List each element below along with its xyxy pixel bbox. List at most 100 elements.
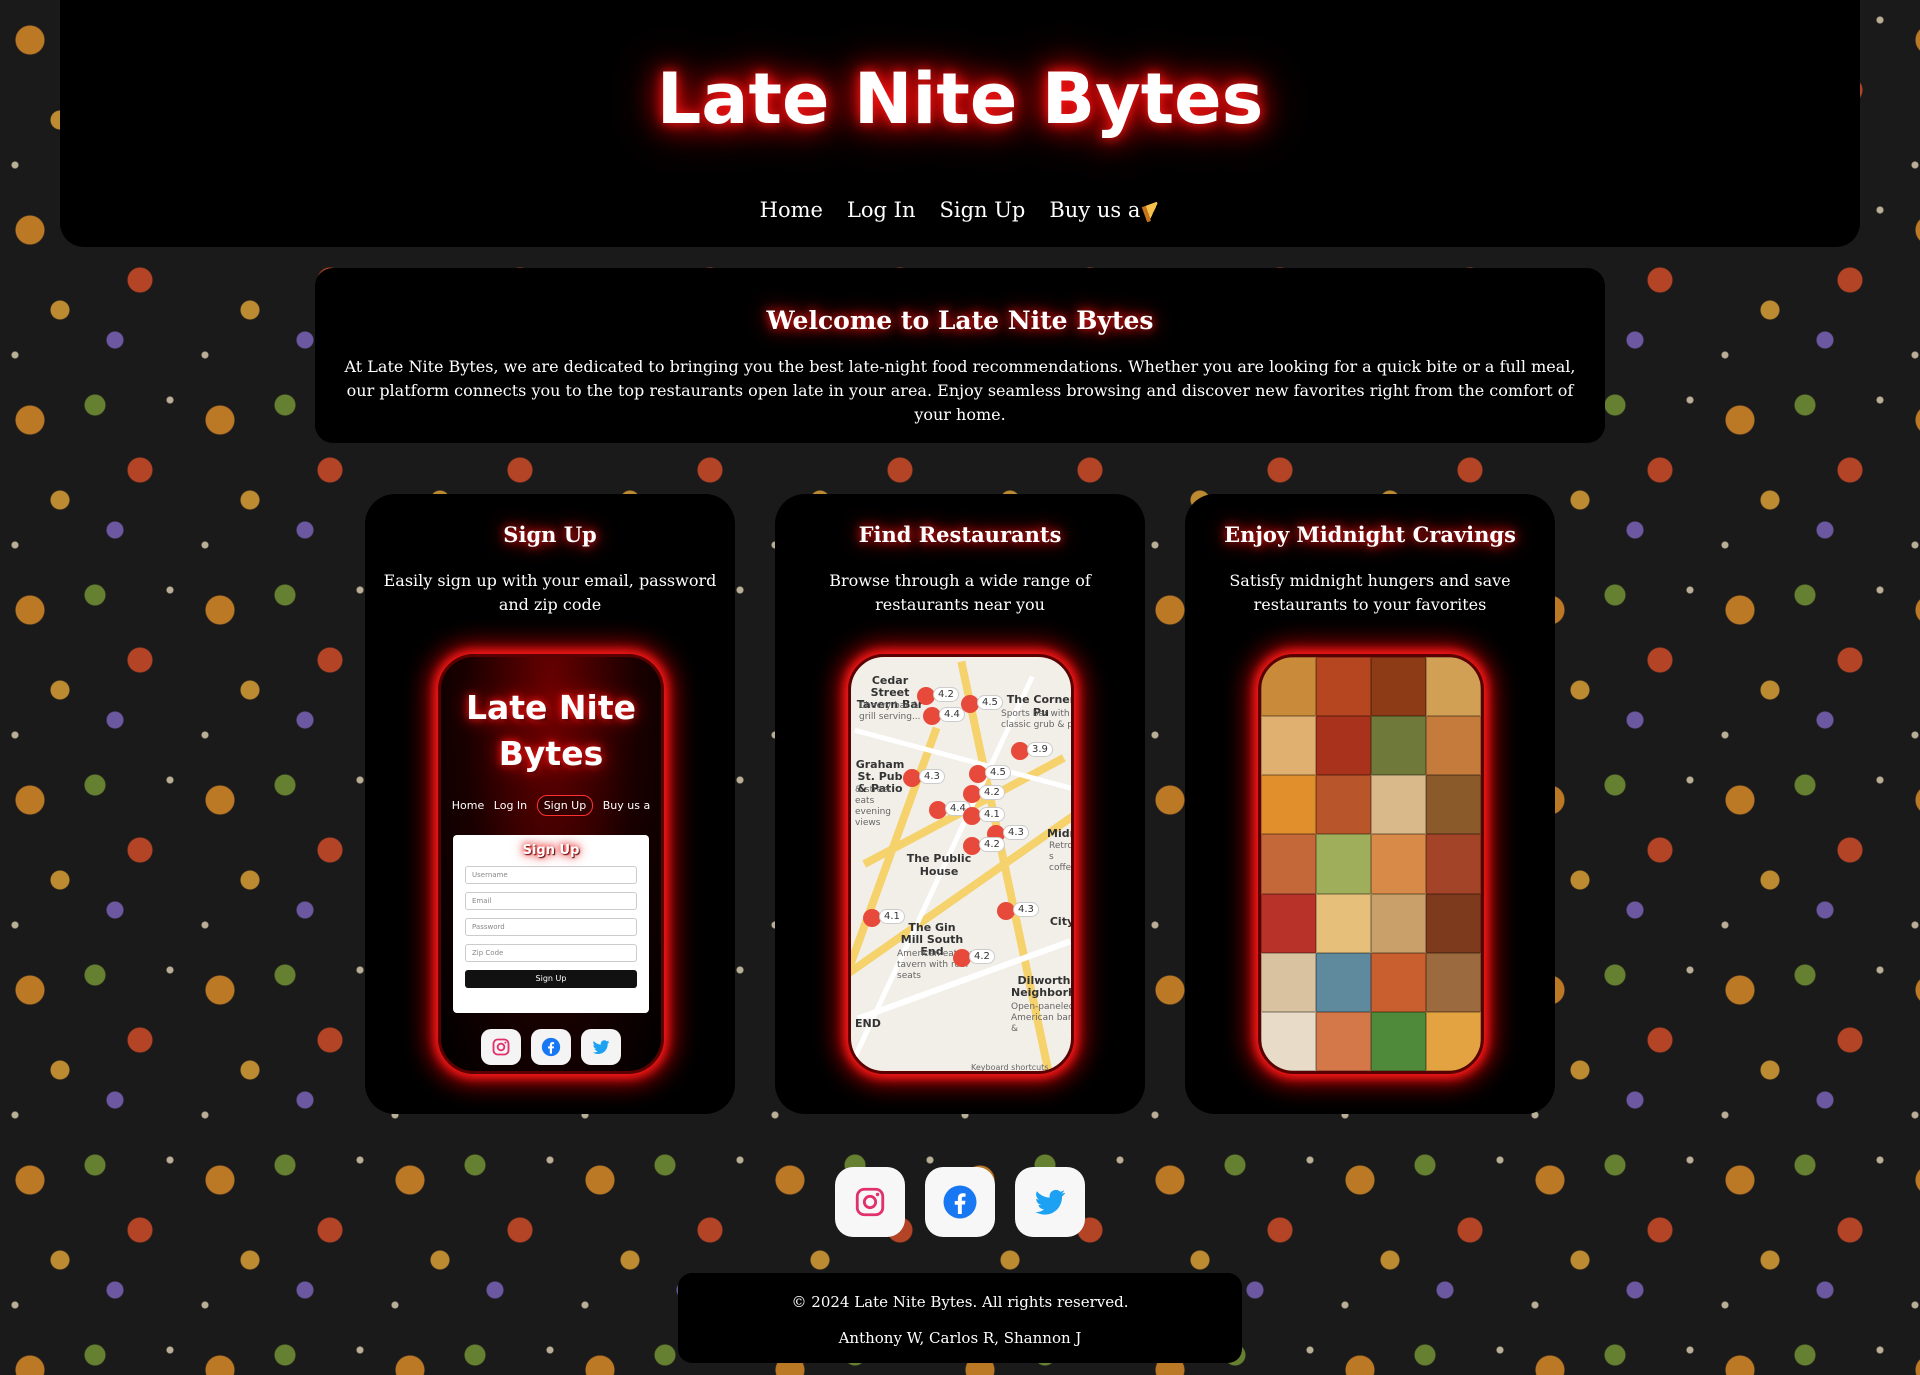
food-tile: [1371, 716, 1426, 776]
map-keyboard-shortcuts: Keyboard shortcuts: [971, 1063, 1049, 1072]
mock-nav-login: Log In: [493, 799, 528, 812]
food-tile: [1261, 893, 1316, 953]
food-tile: [1261, 952, 1316, 1012]
food-tile: [1261, 716, 1316, 776]
food-tile: [1371, 1011, 1426, 1071]
rating-label: 4.2: [969, 949, 995, 964]
nav-buy-label: Buy us a: [1049, 198, 1141, 222]
rating-label: 4.2: [979, 785, 1005, 800]
card-title: Sign Up: [503, 522, 597, 547]
nav-buy-us-pizza[interactable]: Buy us a: [1049, 198, 1163, 222]
food-tile: [1371, 834, 1426, 894]
pizza-icon: [1142, 201, 1163, 222]
instagram-icon: [855, 1187, 885, 1217]
rating-label: 4.5: [977, 695, 1003, 710]
welcome-section: Welcome to Late Nite Bytes At Late Nite …: [315, 268, 1605, 443]
food-tile: [1316, 893, 1371, 953]
card-title: Enjoy Midnight Cravings: [1224, 522, 1516, 547]
food-tile: [1316, 775, 1371, 835]
map-sublabel: Cheery bar & grill serving...: [859, 701, 921, 722]
mock-zip-field: Zip Code: [465, 944, 637, 962]
food-tile: [1316, 834, 1371, 894]
mock-nav-buy: Buy us a: [602, 799, 651, 812]
card-title: Find Restaurants: [858, 522, 1062, 547]
feature-card-find-restaurants: Find Restaurants Browse through a wide r…: [775, 494, 1145, 1114]
food-tile: [1316, 952, 1371, 1012]
rating-label: 4.3: [919, 769, 945, 784]
mock-nav-home: Home: [451, 799, 485, 812]
mock-password-field: Password: [465, 918, 637, 936]
food-tile: [1371, 893, 1426, 953]
nav-home[interactable]: Home: [760, 198, 823, 222]
social-links: [0, 1167, 1920, 1237]
mock-signup-button: Sign Up: [465, 970, 637, 988]
rating-label: 4.4: [939, 707, 965, 722]
mock-nav: Home Log In Sign Up Buy us a: [441, 795, 661, 816]
food-tile: [1261, 775, 1316, 835]
mock-signup-form: Sign Up Username Email Password Zip Code…: [453, 835, 649, 1013]
food-tile: [1426, 775, 1481, 835]
site-title: Late Nite Bytes: [656, 58, 1264, 140]
food-tile: [1261, 1011, 1316, 1071]
feature-card-midnight-cravings: Enjoy Midnight Cravings Satisfy midnight…: [1185, 494, 1555, 1114]
card-text: Easily sign up with your email, password…: [383, 571, 717, 614]
map-sublabel: Open-paneled American bar &: [1011, 1002, 1074, 1034]
mock-site-title: Late Nite Bytes: [465, 688, 637, 773]
food-tile: [1426, 834, 1481, 894]
twitter-link[interactable]: [1015, 1167, 1085, 1237]
map-screenshot: Cedar Street Tavern Bar Cheery bar & gri…: [848, 654, 1074, 1074]
food-tile: [1316, 716, 1371, 776]
welcome-text: At Late Nite Bytes, we are dedicated to …: [344, 357, 1576, 424]
mock-twitter-icon: [581, 1029, 621, 1065]
mock-instagram-icon: [481, 1029, 521, 1065]
site-footer: © 2024 Late Nite Bytes. All rights reser…: [678, 1273, 1242, 1363]
facebook-link[interactable]: [925, 1167, 995, 1237]
food-tile: [1316, 1011, 1371, 1071]
food-tile: [1426, 657, 1481, 717]
map-sublabel: & street eats evening views: [855, 785, 892, 828]
rating-label: 4.1: [879, 909, 905, 924]
facebook-icon: [943, 1185, 977, 1219]
rating-label: 4.2: [933, 687, 959, 702]
signup-screenshot: Late Nite Bytes Home Log In Sign Up Buy …: [438, 654, 664, 1074]
site-header: Late Nite Bytes Home Log In Sign Up Buy …: [60, 0, 1860, 247]
mock-social-row: [441, 1029, 661, 1065]
food-tile: [1371, 657, 1426, 717]
twitter-icon: [1035, 1189, 1065, 1215]
food-tile: [1426, 716, 1481, 776]
mock-nav-signup: Sign Up: [536, 795, 594, 816]
food-tile: [1371, 952, 1426, 1012]
rating-label: 4.2: [979, 837, 1005, 852]
nav-signup[interactable]: Sign Up: [939, 198, 1025, 222]
map-sublabel: Retro-s coffee: [1049, 841, 1074, 873]
map-sublabel: Sports bar with classic grub & p: [1001, 709, 1073, 730]
map-label: Midni: [1047, 827, 1071, 840]
mock-form-title: Sign Up: [522, 843, 580, 858]
mock-email-field: Email: [465, 892, 637, 910]
food-tile: [1261, 657, 1316, 717]
food-tile: [1426, 952, 1481, 1012]
card-text: Browse through a wide range of restauran…: [829, 571, 1091, 614]
map-label: City: [1049, 915, 1074, 928]
food-tile: [1261, 834, 1316, 894]
footer-copyright: © 2024 Late Nite Bytes. All rights reser…: [791, 1293, 1129, 1311]
food-tile: [1426, 1011, 1481, 1071]
food-tile: [1426, 893, 1481, 953]
rating-label: 4.3: [1003, 825, 1029, 840]
rating-label: 4.5: [985, 765, 1011, 780]
map-label: END: [855, 1017, 881, 1030]
nav-login[interactable]: Log In: [847, 198, 916, 222]
main-nav: Home Log In Sign Up Buy us a: [60, 198, 1860, 222]
rating-label: 3.9: [1027, 742, 1053, 757]
card-text: Satisfy midnight hungers and save restau…: [1229, 571, 1511, 614]
food-tile: [1371, 775, 1426, 835]
food-tile: [1316, 657, 1371, 717]
instagram-link[interactable]: [835, 1167, 905, 1237]
welcome-title: Welcome to Late Nite Bytes: [766, 306, 1154, 335]
map-label: The Public House: [906, 852, 972, 878]
map-label: Dilworth Neighborhood: [1011, 974, 1074, 999]
rating-label: 4.3: [1013, 902, 1039, 917]
mock-facebook-icon: [531, 1029, 571, 1065]
feature-card-signup: Sign Up Easily sign up with your email, …: [365, 494, 735, 1114]
food-collage-screenshot: [1258, 654, 1484, 1074]
